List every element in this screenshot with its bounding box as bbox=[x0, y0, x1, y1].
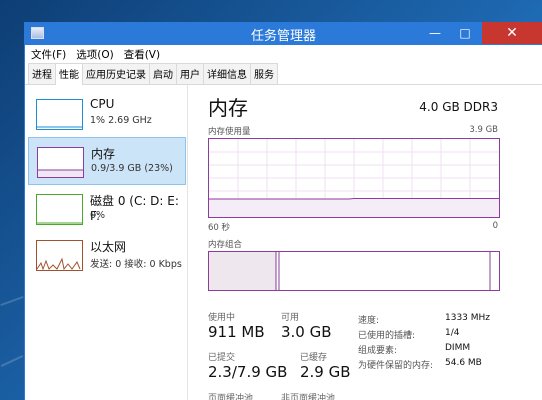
resource-memory[interactable]: 内存 0.9/3.9 GB (23%) bbox=[28, 137, 186, 185]
tab-bar: 进程 性能 应用历史记录 启动 用户 详细信息 服务 bbox=[25, 63, 542, 85]
resource-summary: 0% bbox=[90, 210, 106, 221]
cached-value: 2.9 GB bbox=[300, 363, 351, 381]
resource-ethernet[interactable]: 以太网 发送: 0 接收: 0 Kbps bbox=[28, 231, 186, 279]
menu-options[interactable]: 选项(O) bbox=[76, 47, 113, 62]
cpu-thumbnail-graph bbox=[36, 99, 83, 130]
resource-summary: 0.9/3.9 GB (23%) bbox=[91, 163, 173, 174]
memory-detail-panel: 内存 4.0 GB DDR3 内存使用量 3.9 GB 60 秒 0 内存组合 … bbox=[205, 85, 542, 400]
tab-app-history[interactable]: 应用历史记录 bbox=[82, 63, 150, 84]
tab-services[interactable]: 服务 bbox=[250, 63, 278, 84]
hardware-reserved-value: 54.6 MB bbox=[445, 358, 482, 368]
resource-cpu[interactable]: CPU 1% 2.69 GHz bbox=[28, 90, 186, 138]
resource-list: CPU 1% 2.69 GHz 内存 0.9/3.9 GB (23%) 磁盘 0… bbox=[25, 85, 188, 400]
usage-graph-label: 内存使用量 bbox=[208, 127, 251, 137]
resource-name: 内存 bbox=[91, 147, 116, 161]
usage-graph-max: 3.9 GB bbox=[469, 125, 498, 135]
maximize-button[interactable]: □ bbox=[450, 22, 480, 44]
in-use-label: 使用中 bbox=[208, 313, 236, 323]
title-bar[interactable]: 任务管理器 — □ ✕ bbox=[25, 22, 542, 45]
tab-users[interactable]: 用户 bbox=[176, 63, 204, 84]
slots-used-label: 已使用的插槽: bbox=[358, 331, 416, 341]
tab-processes[interactable]: 进程 bbox=[28, 63, 56, 84]
resource-disk[interactable]: 磁盘 0 (C: D: E: F: 0% bbox=[28, 185, 186, 233]
resource-name: CPU bbox=[90, 97, 115, 111]
memory-thumbnail-graph bbox=[37, 147, 84, 178]
memory-spec: 4.0 GB DDR3 bbox=[419, 100, 498, 114]
available-label: 可用 bbox=[281, 313, 300, 323]
form-factor-value: DIMM bbox=[445, 343, 471, 353]
resource-summary: 1% 2.69 GHz bbox=[90, 115, 152, 126]
ethernet-thumbnail-graph bbox=[36, 240, 83, 271]
available-value: 3.0 GB bbox=[281, 323, 332, 341]
paged-pool-label: 页面缓冲池 bbox=[208, 394, 254, 400]
minimize-button[interactable]: — bbox=[420, 22, 450, 44]
in-use-value: 911 MB bbox=[208, 323, 265, 341]
committed-value: 2.3/7.9 GB bbox=[208, 363, 288, 381]
disk-thumbnail-graph bbox=[36, 194, 83, 225]
menu-bar: 文件(F) 选项(O) 查看(V) bbox=[25, 45, 542, 63]
form-factor-label: 组成要素: bbox=[358, 346, 398, 356]
detail-title: 内存 bbox=[208, 96, 248, 120]
tab-performance[interactable]: 性能 bbox=[55, 63, 83, 85]
task-manager-window: 任务管理器 — □ ✕ 文件(F) 选项(O) 查看(V) 进程 性能 应用历史… bbox=[24, 22, 542, 400]
slots-used-value: 1/4 bbox=[445, 328, 460, 338]
tab-details[interactable]: 详细信息 bbox=[203, 63, 251, 84]
committed-label: 已提交 bbox=[208, 353, 236, 363]
close-button[interactable]: ✕ bbox=[482, 22, 542, 44]
nonpaged-pool-label: 非页面缓冲池 bbox=[281, 394, 336, 400]
memory-composition-bar bbox=[208, 251, 500, 291]
graph-zero-label: 0 bbox=[492, 221, 498, 231]
performance-pane: CPU 1% 2.69 GHz 内存 0.9/3.9 GB (23%) 磁盘 0… bbox=[25, 85, 542, 400]
tab-startup[interactable]: 启动 bbox=[149, 63, 177, 84]
speed-value: 1333 MHz bbox=[445, 313, 491, 323]
composition-label: 内存组合 bbox=[208, 240, 243, 250]
hardware-reserved-label: 为硬件保留的内存: bbox=[358, 361, 434, 371]
resource-name: 以太网 bbox=[90, 240, 127, 254]
graph-time-label: 60 秒 bbox=[208, 223, 231, 233]
menu-view[interactable]: 查看(V) bbox=[124, 47, 160, 62]
cached-label: 已缓存 bbox=[300, 353, 328, 363]
resource-summary: 发送: 0 接收: 0 Kbps bbox=[90, 259, 182, 270]
speed-label: 速度: bbox=[358, 316, 380, 326]
menu-file[interactable]: 文件(F) bbox=[31, 47, 66, 62]
memory-usage-graph bbox=[208, 138, 500, 218]
